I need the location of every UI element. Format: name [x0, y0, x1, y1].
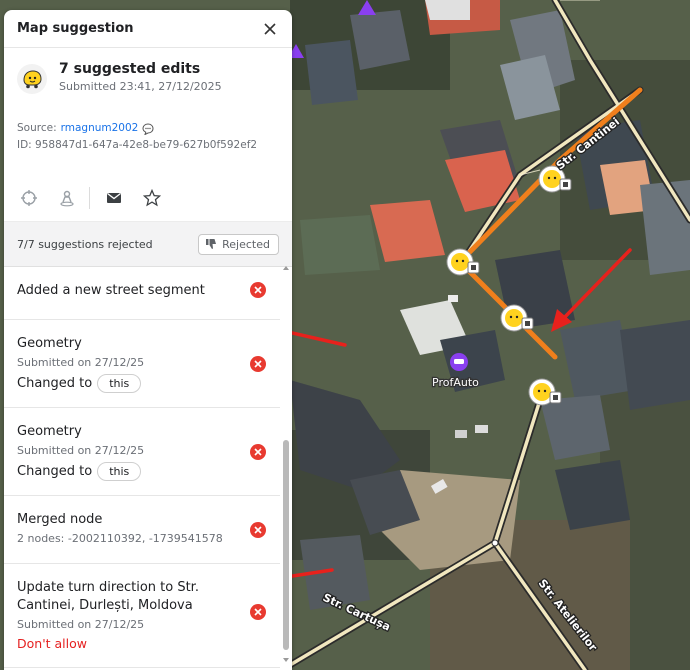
scroll-up-icon[interactable]	[282, 264, 290, 272]
close-icon	[254, 448, 262, 456]
submitted-timestamp: Submitted 23:41, 27/12/2025	[59, 80, 222, 93]
item-title: Geometry	[17, 336, 82, 351]
close-icon	[254, 286, 262, 294]
poi-label-profauto: ProfAuto	[432, 376, 479, 389]
avatar	[17, 64, 47, 94]
reject-button[interactable]	[250, 356, 266, 372]
crosshair-icon	[21, 189, 37, 206]
item-submitted: Submitted on 27/12/25	[17, 618, 145, 631]
message-button[interactable]	[102, 186, 126, 210]
action-divider	[89, 186, 90, 209]
change-value-button[interactable]: this	[97, 374, 142, 393]
list-item: Merged node 2 nodes: -2002110392, -17395…	[4, 496, 280, 564]
close-icon	[254, 608, 262, 616]
close-icon	[264, 22, 276, 35]
rejected-badge[interactable]: Rejected	[198, 233, 279, 255]
rejected-badge-label: Rejected	[222, 237, 270, 251]
person-pin-icon	[60, 190, 74, 206]
status-text: 7/7 suggestions rejected	[17, 237, 153, 251]
close-button[interactable]	[260, 19, 280, 39]
reject-button[interactable]	[250, 522, 266, 538]
action-bar	[4, 174, 292, 222]
suggestion-id: ID: 958847d1-647a-42e8-be79-627b0f592ef2	[17, 139, 258, 151]
item-title: Added a new street segment	[17, 283, 205, 298]
item-title: Update turn direction to Str. Cantinei, …	[17, 580, 199, 613]
suggestion-meta: Source: rmagnum2002 ID: 958847d1-647a-42…	[4, 108, 292, 174]
thumbs-down-icon	[206, 239, 217, 249]
source-user-link[interactable]: rmagnum2002	[61, 120, 139, 137]
locate-button[interactable]	[17, 186, 41, 210]
source-line: Source: rmagnum2002	[17, 120, 279, 137]
favorite-button[interactable]	[140, 186, 164, 210]
item-title: Merged node	[17, 512, 103, 527]
scroll-down-icon[interactable]	[282, 656, 290, 664]
reject-button[interactable]	[250, 444, 266, 460]
map-suggestion-panel: Map suggestion 7 suggested edits Submitt…	[4, 10, 292, 670]
star-icon	[143, 188, 161, 206]
dont-allow-link[interactable]: Don't allow	[17, 636, 267, 651]
waze-avatar-icon	[23, 70, 42, 89]
change-label: Changed to	[17, 376, 93, 391]
reject-button[interactable]	[250, 604, 266, 620]
person-pin-button[interactable]	[55, 186, 79, 210]
panel-header: Map suggestion	[4, 10, 292, 48]
mail-icon	[107, 192, 121, 203]
close-icon	[254, 526, 262, 534]
chat-icon[interactable]	[142, 122, 154, 135]
item-title: Geometry	[17, 424, 82, 439]
panel-title: Map suggestion	[17, 21, 134, 36]
item-submitted: Submitted on 27/12/25	[17, 356, 145, 369]
list-item: Geometry Submitted on 27/12/25 Changed t…	[4, 408, 280, 496]
source-label: Source:	[17, 122, 57, 134]
change-value-button[interactable]: this	[97, 462, 142, 481]
list-item: Update turn direction to Str. Cantinei, …	[4, 564, 280, 668]
item-submitted: Submitted on 27/12/25	[17, 444, 145, 457]
list-item: Added a new street segment	[4, 264, 280, 320]
item-change: Changed to this	[17, 374, 267, 393]
item-merged-nodes: 2 nodes: -2002110392, -1739541578	[17, 532, 223, 545]
summary-title: 7 suggested edits	[59, 61, 201, 77]
status-bar: 7/7 suggestions rejected Rejected	[4, 222, 292, 267]
list-item: Geometry Submitted on 27/12/25 Changed t…	[4, 320, 280, 408]
change-label: Changed to	[17, 464, 93, 479]
scrollbar[interactable]	[282, 264, 290, 662]
edits-list[interactable]: Added a new street segment Geometry Subm…	[4, 264, 292, 670]
reject-button[interactable]	[250, 282, 266, 298]
item-change: Changed to this	[17, 462, 267, 481]
suggestion-summary: 7 suggested edits Submitted 23:41, 27/12…	[4, 48, 292, 108]
close-icon	[254, 360, 262, 368]
scrollbar-thumb[interactable]	[283, 440, 289, 650]
